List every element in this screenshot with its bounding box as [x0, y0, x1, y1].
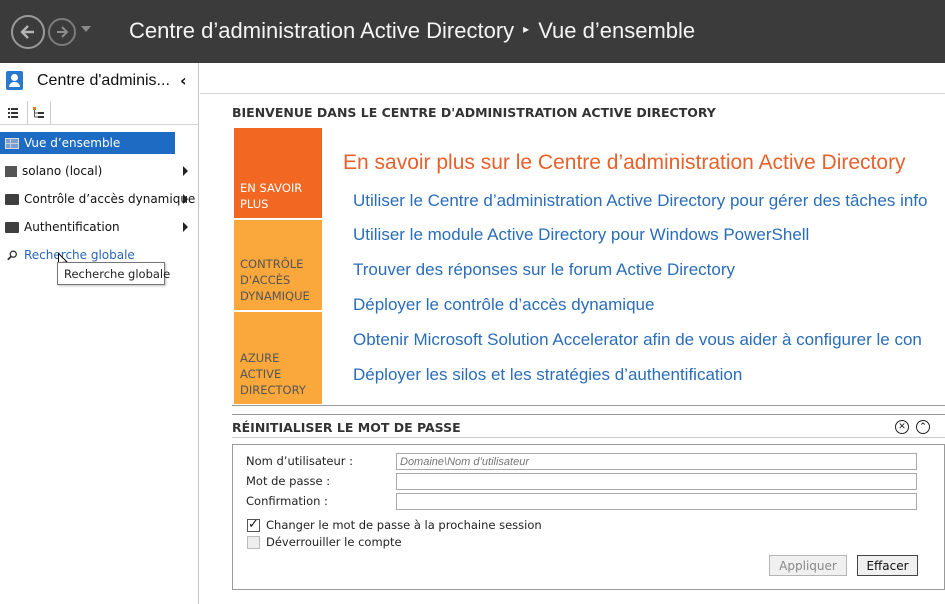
expand-arrow-icon[interactable]	[183, 166, 188, 176]
nav-item-overview[interactable]: Vue d’ensemble	[0, 132, 175, 154]
learn-more-heading: En savoir plus sur le Centre d’administr…	[343, 151, 906, 174]
navigation-header: Centre d'adminis... ‹	[0, 63, 199, 99]
back-button[interactable]	[11, 15, 45, 49]
nav-item-solano-local[interactable]: solano (local)	[0, 160, 199, 182]
forward-button[interactable]	[48, 18, 76, 46]
folder-icon	[5, 193, 19, 205]
nav-item-label: Recherche globale	[24, 248, 135, 262]
collapse-pane-icon[interactable]: ‹	[180, 71, 187, 90]
clear-button[interactable]: Effacer	[857, 555, 918, 576]
breadcrumb-separator-icon: ▸	[523, 22, 530, 37]
server-icon	[5, 165, 17, 177]
folder-icon	[5, 221, 19, 233]
tile-label: AZURE ACTIVE DIRECTORY	[240, 351, 306, 397]
link-powershell-module[interactable]: Utiliser le module Active Directory pour…	[353, 225, 809, 245]
apply-button[interactable]: Appliquer	[769, 555, 847, 576]
navigation-pane: Centre d'adminis... ‹ Vue d’ensemble sol…	[0, 63, 199, 604]
view-switcher	[0, 101, 199, 125]
reset-password-form: Nom d’utilisateur : Mot de passe : Confi…	[232, 444, 945, 590]
forward-arrow-icon	[57, 26, 69, 38]
main-toolbar	[200, 63, 945, 94]
navigation-title: Centre d'adminis...	[37, 72, 170, 89]
nav-item-label: solano (local)	[22, 164, 103, 178]
tile-learn-more[interactable]: EN SAVOIR PLUS	[234, 128, 322, 218]
tile-azure-active-directory[interactable]: AZURE ACTIVE DIRECTORY	[234, 312, 322, 404]
admin-center-icon	[6, 71, 23, 90]
tile-label: EN SAVOIR PLUS	[240, 181, 303, 211]
link-forum[interactable]: Trouver des réponses sur le forum Active…	[353, 260, 735, 280]
reset-password-panel: RÉINITIALISER LE MOT DE PASSE ✕ ⌃ Nom d’…	[232, 414, 945, 591]
history-dropdown-icon[interactable]	[81, 26, 91, 32]
reset-password-title: RÉINITIALISER LE MOT DE PASSE	[232, 420, 461, 435]
link-solution-accelerator[interactable]: Obtenir Microsoft Solution Accelerator a…	[353, 330, 922, 350]
back-arrow-icon	[20, 25, 34, 39]
nav-item-label: Vue d’ensemble	[24, 136, 121, 150]
nav-item-label: Authentification	[24, 220, 120, 234]
confirm-label: Confirmation :	[246, 494, 328, 508]
breadcrumb: Centre d’administration Active Directory…	[129, 18, 695, 44]
password-field[interactable]	[396, 473, 917, 490]
expand-arrow-icon[interactable]	[183, 222, 188, 232]
unlock-account-label: Déverrouiller le compte	[266, 535, 402, 549]
tree-view-button[interactable]	[27, 101, 51, 125]
nav-item-authentication[interactable]: Authentification	[0, 216, 199, 238]
list-view-icon	[8, 108, 18, 118]
overview-icon	[5, 137, 19, 149]
username-field[interactable]	[396, 453, 917, 470]
tree-view-icon	[33, 107, 44, 118]
confirm-field[interactable]	[396, 493, 917, 510]
username-label: Nom d’utilisateur :	[246, 454, 354, 468]
collapse-up-icon[interactable]: ⌃	[916, 420, 930, 434]
nav-item-label: Contrôle d’accès dynamique	[24, 192, 196, 206]
unlock-account-checkbox[interactable]	[247, 536, 260, 549]
main-content: BIENVENUE DANS LE CENTRE D'ADMINISTRATIO…	[200, 63, 945, 604]
change-at-logon-checkbox[interactable]	[247, 517, 260, 532]
nav-item-dynamic-access-control[interactable]: Contrôle d’accès dynamique	[0, 188, 199, 210]
link-manage-tasks[interactable]: Utiliser le Centre d’administration Acti…	[353, 191, 927, 211]
password-label: Mot de passe :	[246, 474, 331, 488]
tooltip: Recherche globale	[57, 262, 170, 285]
welcome-panel: EN SAVOIR PLUS CONTRÔLE D'ACCÈS DYNAMIQU…	[232, 127, 945, 406]
link-deploy-dac[interactable]: Déployer le contrôle d’accès dynamique	[353, 295, 654, 315]
change-at-logon-label: Changer le mot de passe à la prochaine s…	[266, 518, 542, 532]
welcome-section-title: BIENVENUE DANS LE CENTRE D'ADMINISTRATIO…	[232, 105, 716, 120]
expand-arrow-icon[interactable]	[183, 194, 188, 204]
close-icon[interactable]: ✕	[895, 420, 909, 434]
breadcrumb-current: Vue d’ensemble	[538, 18, 696, 43]
list-view-button[interactable]	[1, 101, 25, 125]
tile-dynamic-access-control[interactable]: CONTRÔLE D'ACCÈS DYNAMIQUE	[234, 220, 322, 310]
search-icon	[7, 250, 17, 260]
tile-label: CONTRÔLE D'ACCÈS DYNAMIQUE	[240, 257, 310, 303]
link-auth-silos[interactable]: Déployer les silos et les stratégies d’a…	[353, 365, 742, 385]
breadcrumb-app[interactable]: Centre d’administration Active Directory	[129, 18, 514, 43]
reset-password-header: RÉINITIALISER LE MOT DE PASSE ✕ ⌃	[232, 414, 945, 438]
title-bar: Centre d’administration Active Directory…	[0, 0, 945, 63]
